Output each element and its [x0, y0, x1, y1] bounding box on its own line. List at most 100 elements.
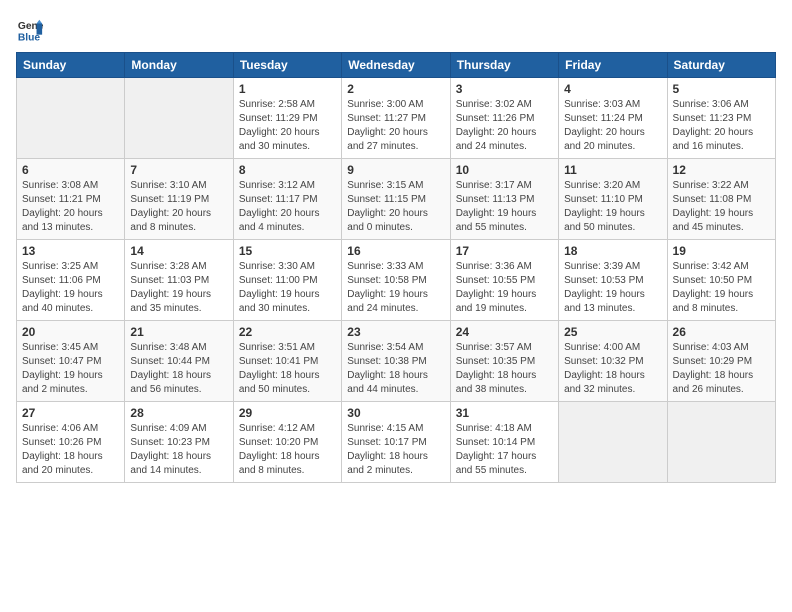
day-number: 1 [239, 82, 336, 96]
calendar-cell: 15 Sunrise: 3:30 AM Sunset: 11:00 PM Dayl… [233, 240, 341, 321]
day-info: Sunrise: 3:00 AM Sunset: 11:27 PM Daylig… [347, 98, 444, 154]
day-number: 10 [456, 163, 553, 177]
calendar-cell: 31 Sunrise: 4:18 AM Sunset: 10:14 PM Dayl… [450, 402, 558, 483]
day-number: 15 [239, 244, 336, 258]
day-info: Sunrise: 2:58 AM Sunset: 11:29 PM Daylig… [239, 98, 336, 154]
day-info: Sunrise: 3:25 AM Sunset: 11:06 PM Daylig… [22, 260, 119, 316]
calendar-cell [667, 402, 775, 483]
day-header-monday: Monday [125, 53, 233, 78]
calendar-cell: 19 Sunrise: 3:42 AM Sunset: 10:50 PM Dayl… [667, 240, 775, 321]
calendar-cell: 10 Sunrise: 3:17 AM Sunset: 11:13 PM Dayl… [450, 159, 558, 240]
calendar-cell: 4Sunrise: 3:03 AM Sunset: 11:24 PM Dayli… [559, 78, 667, 159]
calendar-cell: 14 Sunrise: 3:28 AM Sunset: 11:03 PM Dayl… [125, 240, 233, 321]
calendar-cell: 23 Sunrise: 3:54 AM Sunset: 10:38 PM Dayl… [342, 321, 450, 402]
calendar-cell: 7 Sunrise: 3:10 AM Sunset: 11:19 PM Dayli… [125, 159, 233, 240]
day-info: Sunrise: 4:06 AM Sunset: 10:26 PM Daylig… [22, 422, 119, 478]
day-info: Sunrise: 3:39 AM Sunset: 10:53 PM Daylig… [564, 260, 661, 316]
day-number: 14 [130, 244, 227, 258]
day-number: 3 [456, 82, 553, 96]
calendar-cell: 20 Sunrise: 3:45 AM Sunset: 10:47 PM Dayl… [17, 321, 125, 402]
day-number: 27 [22, 406, 119, 420]
day-info: Sunrise: 3:33 AM Sunset: 10:58 PM Daylig… [347, 260, 444, 316]
day-number: 9 [347, 163, 444, 177]
calendar-week-2: 6 Sunrise: 3:08 AM Sunset: 11:21 PM Dayli… [17, 159, 776, 240]
calendar-cell: 25Sunrise: 4:00 AM Sunset: 10:32 PM Dayl… [559, 321, 667, 402]
day-number: 12 [673, 163, 770, 177]
day-info: Sunrise: 4:18 AM Sunset: 10:14 PM Daylig… [456, 422, 553, 478]
day-number: 30 [347, 406, 444, 420]
day-info: Sunrise: 3:36 AM Sunset: 10:55 PM Daylig… [456, 260, 553, 316]
calendar-cell: 17 Sunrise: 3:36 AM Sunset: 10:55 PM Dayl… [450, 240, 558, 321]
day-info: Sunrise: 3:28 AM Sunset: 11:03 PM Daylig… [130, 260, 227, 316]
day-number: 24 [456, 325, 553, 339]
day-header-thursday: Thursday [450, 53, 558, 78]
day-number: 7 [130, 163, 227, 177]
day-number: 8 [239, 163, 336, 177]
day-info: Sunrise: 4:15 AM Sunset: 10:17 PM Daylig… [347, 422, 444, 478]
day-number: 25 [564, 325, 661, 339]
day-info: Sunrise: 3:12 AM Sunset: 11:17 PM Daylig… [239, 179, 336, 235]
day-info: Sunrise: 3:06 AM Sunset: 11:23 PM Daylig… [673, 98, 770, 154]
calendar-cell [125, 78, 233, 159]
day-info: Sunrise: 3:22 AM Sunset: 11:08 PM Daylig… [673, 179, 770, 235]
day-number: 5 [673, 82, 770, 96]
calendar-cell: 21 Sunrise: 3:48 AM Sunset: 10:44 PM Dayl… [125, 321, 233, 402]
calendar-cell: 11Sunrise: 3:20 AM Sunset: 11:10 PM Dayl… [559, 159, 667, 240]
day-number: 13 [22, 244, 119, 258]
day-info: Sunrise: 4:09 AM Sunset: 10:23 PM Daylig… [130, 422, 227, 478]
calendar-cell: 30 Sunrise: 4:15 AM Sunset: 10:17 PM Dayl… [342, 402, 450, 483]
day-number: 4 [564, 82, 661, 96]
calendar-week-3: 13 Sunrise: 3:25 AM Sunset: 11:06 PM Dayl… [17, 240, 776, 321]
calendar-cell: 26 Sunrise: 4:03 AM Sunset: 10:29 PM Dayl… [667, 321, 775, 402]
calendar-cell: 13 Sunrise: 3:25 AM Sunset: 11:06 PM Dayl… [17, 240, 125, 321]
day-info: Sunrise: 3:15 AM Sunset: 11:15 PM Daylig… [347, 179, 444, 235]
day-header-tuesday: Tuesday [233, 53, 341, 78]
day-info: Sunrise: 3:10 AM Sunset: 11:19 PM Daylig… [130, 179, 227, 235]
calendar-week-1: 1 Sunrise: 2:58 AM Sunset: 11:29 PM Dayli… [17, 78, 776, 159]
day-info: Sunrise: 3:08 AM Sunset: 11:21 PM Daylig… [22, 179, 119, 235]
calendar-cell: 8 Sunrise: 3:12 AM Sunset: 11:17 PM Dayli… [233, 159, 341, 240]
day-number: 17 [456, 244, 553, 258]
day-header-saturday: Saturday [667, 53, 775, 78]
calendar-cell [17, 78, 125, 159]
logo-icon: General Blue [16, 16, 44, 44]
day-info: Sunrise: 3:45 AM Sunset: 10:47 PM Daylig… [22, 341, 119, 397]
calendar-cell: 27 Sunrise: 4:06 AM Sunset: 10:26 PM Dayl… [17, 402, 125, 483]
calendar-cell [559, 402, 667, 483]
calendar-cell: 2 Sunrise: 3:00 AM Sunset: 11:27 PM Dayli… [342, 78, 450, 159]
calendar-week-5: 27 Sunrise: 4:06 AM Sunset: 10:26 PM Dayl… [17, 402, 776, 483]
day-number: 11 [564, 163, 661, 177]
day-number: 2 [347, 82, 444, 96]
calendar-cell: 24 Sunrise: 3:57 AM Sunset: 10:35 PM Dayl… [450, 321, 558, 402]
day-info: Sunrise: 3:48 AM Sunset: 10:44 PM Daylig… [130, 341, 227, 397]
calendar-cell: 16 Sunrise: 3:33 AM Sunset: 10:58 PM Dayl… [342, 240, 450, 321]
day-number: 22 [239, 325, 336, 339]
calendar: SundayMondayTuesdayWednesdayThursdayFrid… [16, 52, 776, 483]
day-number: 21 [130, 325, 227, 339]
day-number: 6 [22, 163, 119, 177]
day-number: 23 [347, 325, 444, 339]
day-info: Sunrise: 3:57 AM Sunset: 10:35 PM Daylig… [456, 341, 553, 397]
day-info: Sunrise: 4:03 AM Sunset: 10:29 PM Daylig… [673, 341, 770, 397]
day-info: Sunrise: 3:17 AM Sunset: 11:13 PM Daylig… [456, 179, 553, 235]
day-number: 28 [130, 406, 227, 420]
day-number: 31 [456, 406, 553, 420]
calendar-cell: 1 Sunrise: 2:58 AM Sunset: 11:29 PM Dayli… [233, 78, 341, 159]
day-number: 26 [673, 325, 770, 339]
day-number: 19 [673, 244, 770, 258]
day-header-wednesday: Wednesday [342, 53, 450, 78]
day-number: 16 [347, 244, 444, 258]
header: General Blue [16, 16, 776, 44]
day-info: Sunrise: 3:54 AM Sunset: 10:38 PM Daylig… [347, 341, 444, 397]
calendar-cell: 9 Sunrise: 3:15 AM Sunset: 11:15 PM Dayli… [342, 159, 450, 240]
calendar-header-row: SundayMondayTuesdayWednesdayThursdayFrid… [17, 53, 776, 78]
day-info: Sunrise: 3:42 AM Sunset: 10:50 PM Daylig… [673, 260, 770, 316]
calendar-cell: 22 Sunrise: 3:51 AM Sunset: 10:41 PM Dayl… [233, 321, 341, 402]
day-info: Sunrise: 3:30 AM Sunset: 11:00 PM Daylig… [239, 260, 336, 316]
day-info: Sunrise: 3:51 AM Sunset: 10:41 PM Daylig… [239, 341, 336, 397]
day-number: 20 [22, 325, 119, 339]
calendar-week-4: 20 Sunrise: 3:45 AM Sunset: 10:47 PM Dayl… [17, 321, 776, 402]
day-info: Sunrise: 4:12 AM Sunset: 10:20 PM Daylig… [239, 422, 336, 478]
calendar-cell: 12 Sunrise: 3:22 AM Sunset: 11:08 PM Dayl… [667, 159, 775, 240]
calendar-cell: 28 Sunrise: 4:09 AM Sunset: 10:23 PM Dayl… [125, 402, 233, 483]
